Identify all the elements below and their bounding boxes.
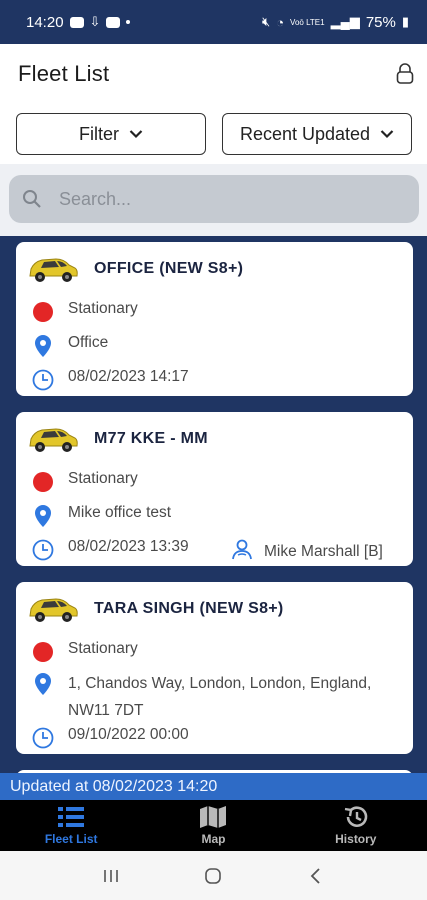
chevron-down-icon xyxy=(129,130,143,139)
status-left: 14:20 ⇩ xyxy=(26,13,131,31)
car-icon xyxy=(29,598,78,622)
list-icon xyxy=(58,807,85,827)
search-input[interactable] xyxy=(59,188,379,210)
driver-row: Mike Marshall [B] xyxy=(230,538,383,565)
location-pin-icon xyxy=(35,673,51,695)
download-icon: ⇩ xyxy=(89,14,101,29)
network-label: Voō LTE1 xyxy=(290,17,325,27)
vehicle-status: Stationary xyxy=(68,470,138,487)
nav-label: Map xyxy=(201,832,226,846)
back-button[interactable] xyxy=(304,866,328,886)
sort-label: Recent Updated xyxy=(239,123,371,144)
vehicle-card[interactable]: TARA SINGH (NEW S8+) Stationary 1, Chand… xyxy=(16,582,413,754)
lock-icon[interactable] xyxy=(393,62,417,86)
vehicle-name: OFFICE (NEW S8+) xyxy=(94,260,244,277)
vehicle-timestamp: 08/02/2023 14:17 xyxy=(68,368,189,385)
clock-icon xyxy=(32,727,54,749)
car-icon xyxy=(29,258,78,282)
recents-icon xyxy=(104,869,118,882)
vehicle-status: Stationary xyxy=(68,640,138,657)
time-row: 08/02/2023 14:17 xyxy=(30,368,189,392)
vehicle-timestamp: 08/02/2023 13:39 xyxy=(68,538,189,555)
mute-icon: 🔇︎ xyxy=(261,14,271,29)
status-dot-icon xyxy=(33,472,53,492)
clock-icon xyxy=(32,539,54,561)
map-icon xyxy=(200,806,227,828)
status-time: 14:20 xyxy=(26,13,64,31)
sort-dropdown[interactable]: Recent Updated xyxy=(222,113,412,155)
time-row: 09/10/2022 00:00 xyxy=(30,726,189,750)
home-button[interactable] xyxy=(201,866,225,886)
signal-icon: ▂▄▆ xyxy=(330,14,360,29)
youtube-icon xyxy=(106,16,121,28)
status-bar: 14:20 ⇩ 🔇︎ ◔ Voō LTE1 ▂▄▆ 75% ▮ xyxy=(0,0,427,44)
clock-icon xyxy=(32,369,54,391)
status-row: Stationary xyxy=(30,640,138,664)
vehicle-location: Office xyxy=(68,334,109,351)
location-pin-icon xyxy=(35,505,51,527)
time-row: 08/02/2023 13:39 xyxy=(30,538,189,562)
back-icon xyxy=(310,867,320,884)
driver-name: Mike Marshall [B] xyxy=(264,542,383,560)
search-area xyxy=(0,164,427,236)
vehicle-timestamp: 09/10/2022 00:00 xyxy=(68,726,189,743)
location-row: 1, Chandos Way, London, London, England,… xyxy=(30,670,400,724)
vehicle-card[interactable]: M77 KKE - MM Stationary Mike office test… xyxy=(16,412,413,566)
bottom-nav: Fleet List Map History xyxy=(0,800,427,851)
recents-button[interactable] xyxy=(99,866,123,886)
app-header: Fleet List xyxy=(0,44,427,104)
notification-icon xyxy=(69,16,84,28)
more-notifications-icon xyxy=(126,20,131,24)
nav-label: History xyxy=(335,832,377,846)
home-icon xyxy=(205,867,222,884)
updated-text: Updated at 08/02/2023 14:20 xyxy=(10,777,218,795)
nav-label: Fleet List xyxy=(44,832,98,846)
vehicle-location: 1, Chandos Way, London, London, England,… xyxy=(68,675,372,719)
vehicle-card[interactable]: OFFICE (NEW S8+) Stationary Office 08/02… xyxy=(16,242,413,396)
status-dot-icon xyxy=(33,642,53,662)
search-box[interactable] xyxy=(9,175,419,223)
chevron-down-icon xyxy=(380,130,394,139)
status-dot-icon xyxy=(33,302,53,322)
nav-map[interactable]: Map xyxy=(142,800,284,851)
location-row: Mike office test xyxy=(30,504,171,528)
vehicle-name: TARA SINGH (NEW S8+) xyxy=(94,600,284,617)
vehicle-list[interactable]: OFFICE (NEW S8+) Stationary Office 08/02… xyxy=(0,236,427,773)
car-icon xyxy=(29,428,78,452)
wifi-icon: ◔ xyxy=(276,14,285,30)
nav-fleet-list[interactable]: Fleet List xyxy=(0,800,142,851)
history-icon xyxy=(344,806,368,827)
battery-percent: 75% xyxy=(365,13,396,31)
nav-history[interactable]: History xyxy=(285,800,427,851)
vehicle-location: Mike office test xyxy=(68,504,172,521)
status-row: Stationary xyxy=(30,300,138,324)
location-row: Office xyxy=(30,334,108,358)
system-nav-bar xyxy=(0,851,427,900)
search-icon xyxy=(23,190,41,208)
page-title: Fleet List xyxy=(18,61,110,86)
updated-bar: Updated at 08/02/2023 14:20 xyxy=(0,773,427,800)
status-right: 🔇︎ ◔ Voō LTE1 ▂▄▆ 75% ▮ xyxy=(262,14,409,31)
status-row: Stationary xyxy=(30,470,138,494)
vehicle-name: M77 KKE - MM xyxy=(94,430,208,447)
controls-bar: Filter Recent Updated xyxy=(0,104,427,164)
location-pin-icon xyxy=(35,335,51,357)
filter-dropdown[interactable]: Filter xyxy=(16,113,206,155)
driver-icon xyxy=(232,539,252,560)
battery-icon: ▮ xyxy=(401,14,409,29)
filter-label: Filter xyxy=(79,123,119,144)
vehicle-status: Stationary xyxy=(68,300,138,317)
